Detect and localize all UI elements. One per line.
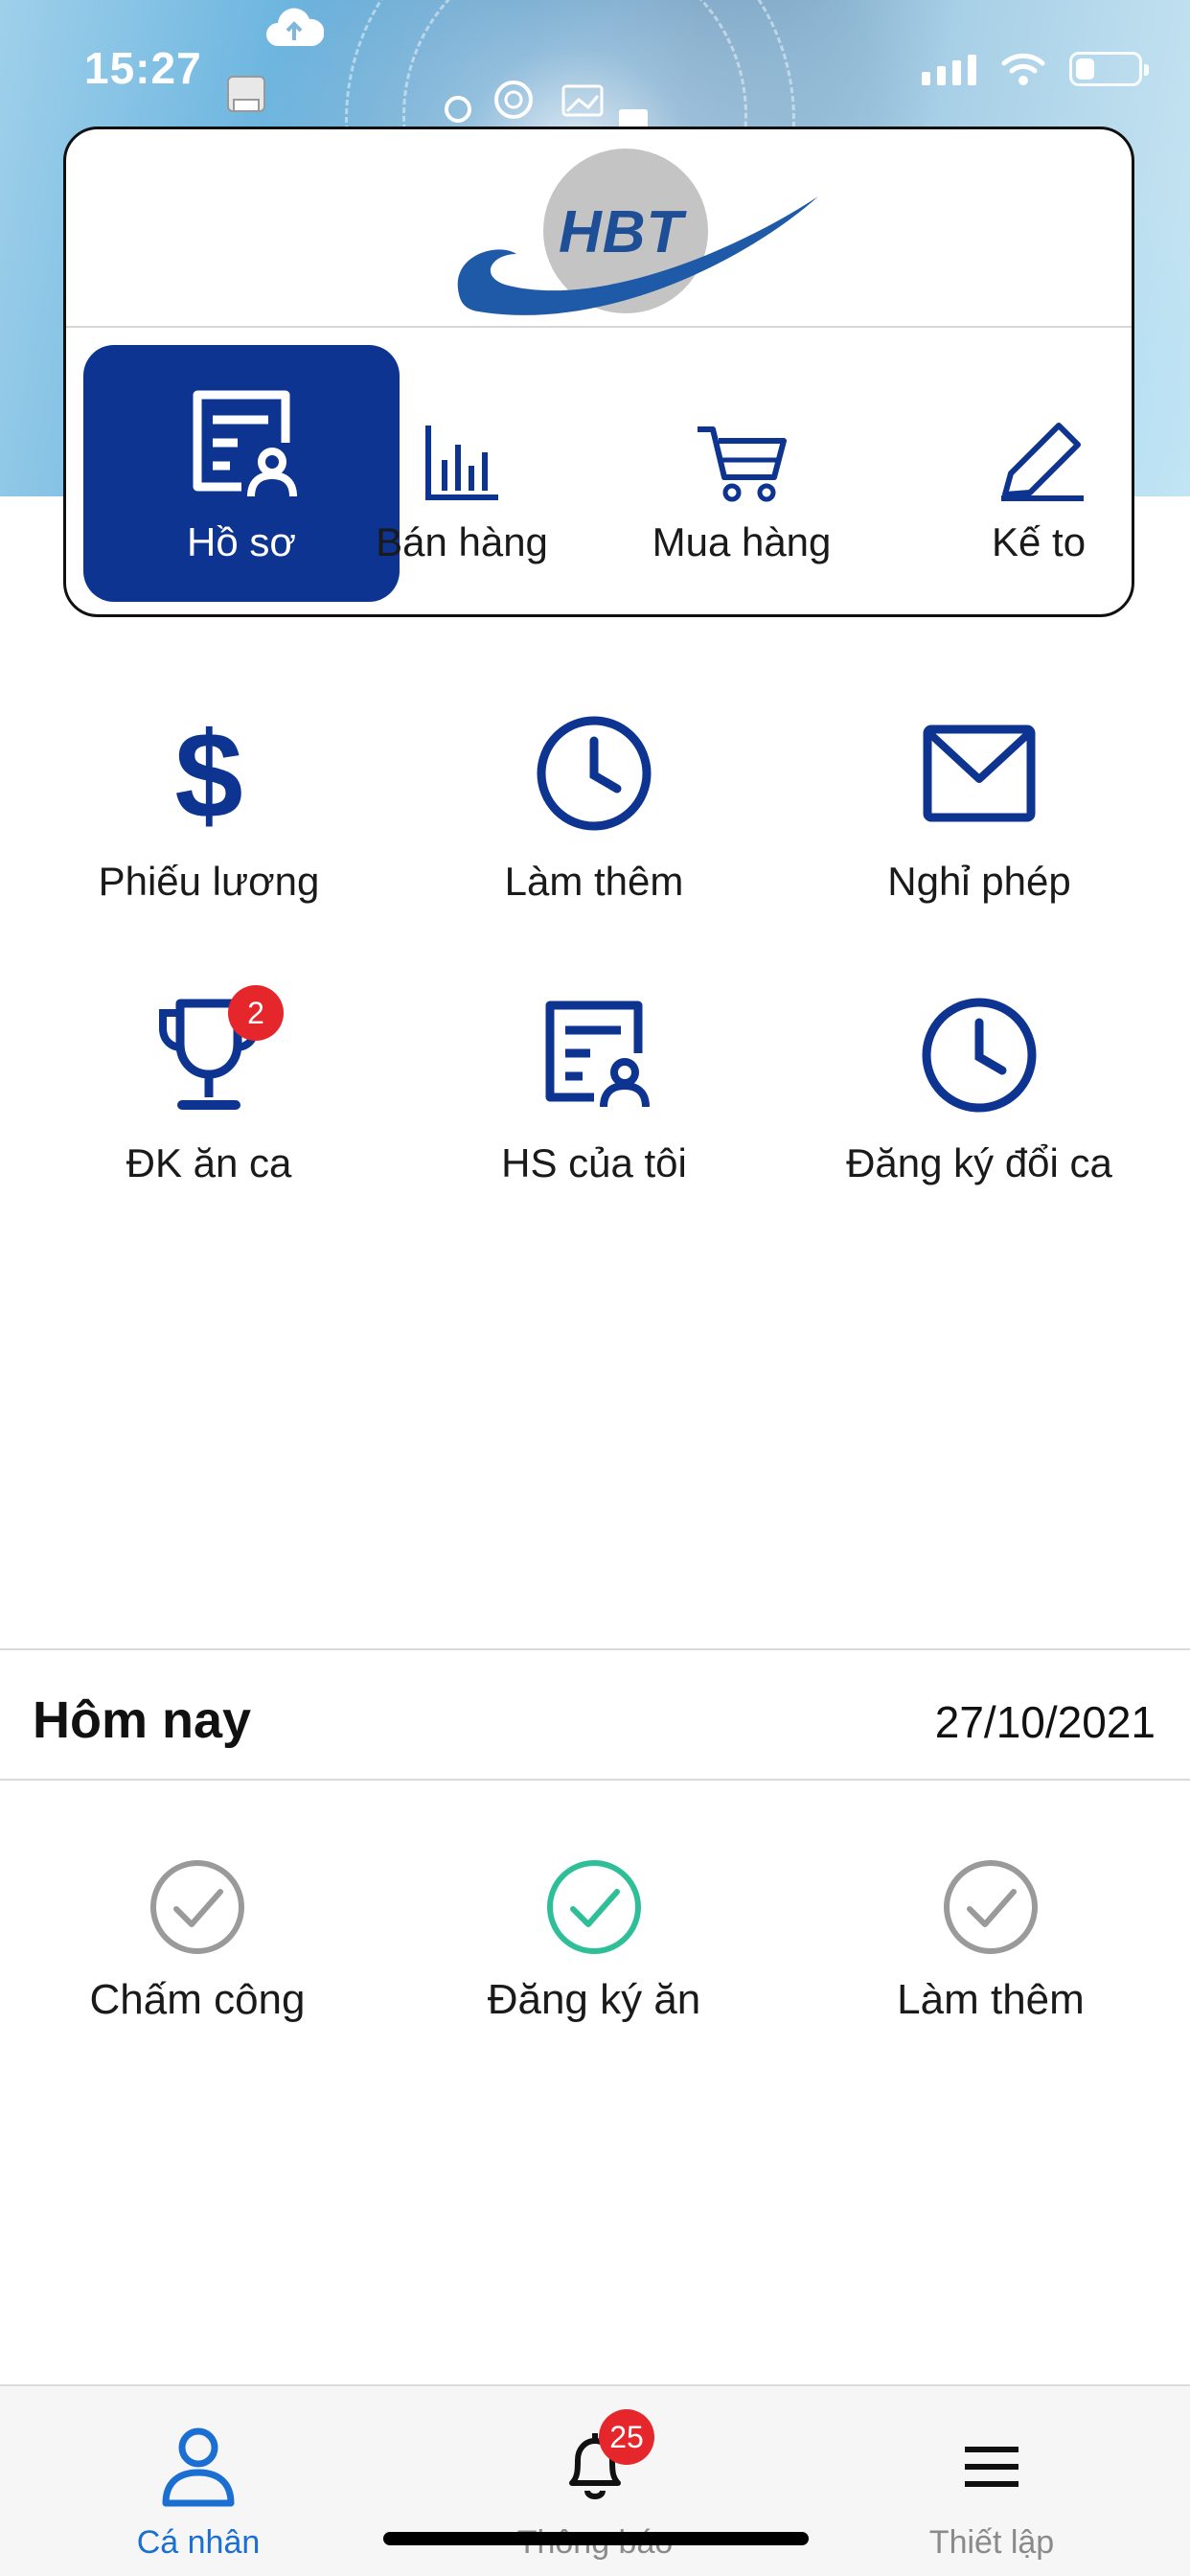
module-tabs: Hồ sơ Bán hàng Mua hàng Kế to — [66, 328, 1132, 614]
logo-area: HBT — [66, 129, 1132, 328]
pen-icon — [1001, 423, 1084, 501]
battery-level-fill — [1076, 58, 1095, 80]
feature-dk-an-ca[interactable]: 2 ĐK ăn ca — [17, 985, 400, 1213]
signal-icon — [922, 55, 976, 85]
feature-hs-cua-toi[interactable]: HS của tôi — [402, 993, 786, 1213]
feature-nghi-phep[interactable]: Nghỉ phép — [788, 711, 1171, 932]
feature-label: Nghỉ phép — [887, 859, 1071, 904]
module-tab-ban-hang[interactable]: Bán hàng — [304, 345, 620, 602]
check-circle-icon — [944, 1860, 1038, 1954]
module-tab-ke-toan[interactable]: Kế to — [957, 345, 1132, 602]
status-time: 15:27 — [84, 43, 202, 93]
today-item-cham-cong[interactable]: Chấm công — [6, 1857, 389, 2024]
bar-chart-icon — [425, 426, 498, 500]
profile-document-icon — [545, 1000, 650, 1108]
tab-label: Thiết lập — [928, 2524, 1055, 2561]
wifi-icon — [1001, 53, 1045, 85]
module-card: HBT Hồ sơ Bán hàng Mua hàng Kế to — [63, 126, 1134, 617]
company-logo: HBT — [440, 141, 833, 323]
dollar-icon: $ — [174, 716, 242, 831]
feature-label: Phiếu lương — [98, 859, 320, 904]
today-item-label: Làm thêm — [897, 1976, 1085, 2023]
today-item-dang-ky-an[interactable]: Đăng ký ăn — [402, 1857, 786, 2024]
profile-document-icon — [193, 390, 297, 497]
shopping-cart-icon — [698, 426, 787, 502]
bottom-tab-bar: Cá nhân 25 Thông báo Thiết lập — [0, 2384, 1190, 2576]
status-bar: 15:27 — [0, 0, 1190, 134]
logo-wordmark: HBT — [559, 199, 684, 265]
tab-label: Cá nhân — [136, 2524, 261, 2561]
feature-label: ĐK ăn ca — [126, 1140, 292, 1185]
module-tab-label: Kế to — [992, 519, 1087, 564]
svg-text:$: $ — [174, 716, 242, 831]
module-tab-label: Mua hàng — [652, 519, 832, 564]
today-date: 27/10/2021 — [934, 1697, 1156, 1747]
today-item-label: Chấm công — [89, 1976, 306, 2023]
envelope-icon — [923, 724, 1036, 822]
cloud-upload-icon — [264, 8, 325, 55]
today-title: Hôm nay — [33, 1691, 252, 1749]
check-circle-icon — [150, 1860, 244, 1954]
person-icon — [162, 2427, 235, 2507]
clock-icon — [922, 998, 1037, 1113]
today-item-lam-them[interactable]: Làm thêm — [799, 1857, 1182, 2024]
feature-phieu-luong[interactable]: $ Phiếu lương — [17, 711, 400, 932]
clock-icon — [537, 716, 652, 831]
module-tab-label: Hồ sơ — [187, 519, 296, 564]
notification-glyphs-icon — [220, 71, 652, 135]
battery-icon — [1069, 52, 1149, 86]
tab-ca-nhan[interactable]: Cá nhân — [0, 2386, 397, 2576]
today-item-label: Đăng ký ăn — [487, 1976, 701, 2023]
status-right-cluster — [922, 52, 1149, 86]
module-tab-mua-hang[interactable]: Mua hàng — [584, 345, 900, 602]
feature-lam-them[interactable]: Làm thêm — [402, 711, 786, 932]
menu-icon — [965, 2447, 1018, 2487]
today-header: Hôm nay 27/10/2021 — [0, 1648, 1190, 1781]
tab-thong-bao[interactable]: 25 Thông báo — [397, 2386, 793, 2576]
feature-label: HS của tôi — [501, 1140, 687, 1185]
badge-count: 25 — [599, 2409, 654, 2465]
home-indicator[interactable] — [383, 2532, 809, 2545]
check-circle-icon — [547, 1860, 641, 1954]
badge-count: 2 — [228, 985, 284, 1041]
feature-label: Đăng ký đổi ca — [846, 1140, 1112, 1185]
module-tab-label: Bán hàng — [376, 519, 548, 564]
feature-dang-ky-doi-ca[interactable]: Đăng ký đổi ca — [788, 993, 1171, 1213]
tab-thiet-lap[interactable]: Thiết lập — [793, 2386, 1190, 2576]
feature-label: Làm thêm — [504, 859, 684, 904]
